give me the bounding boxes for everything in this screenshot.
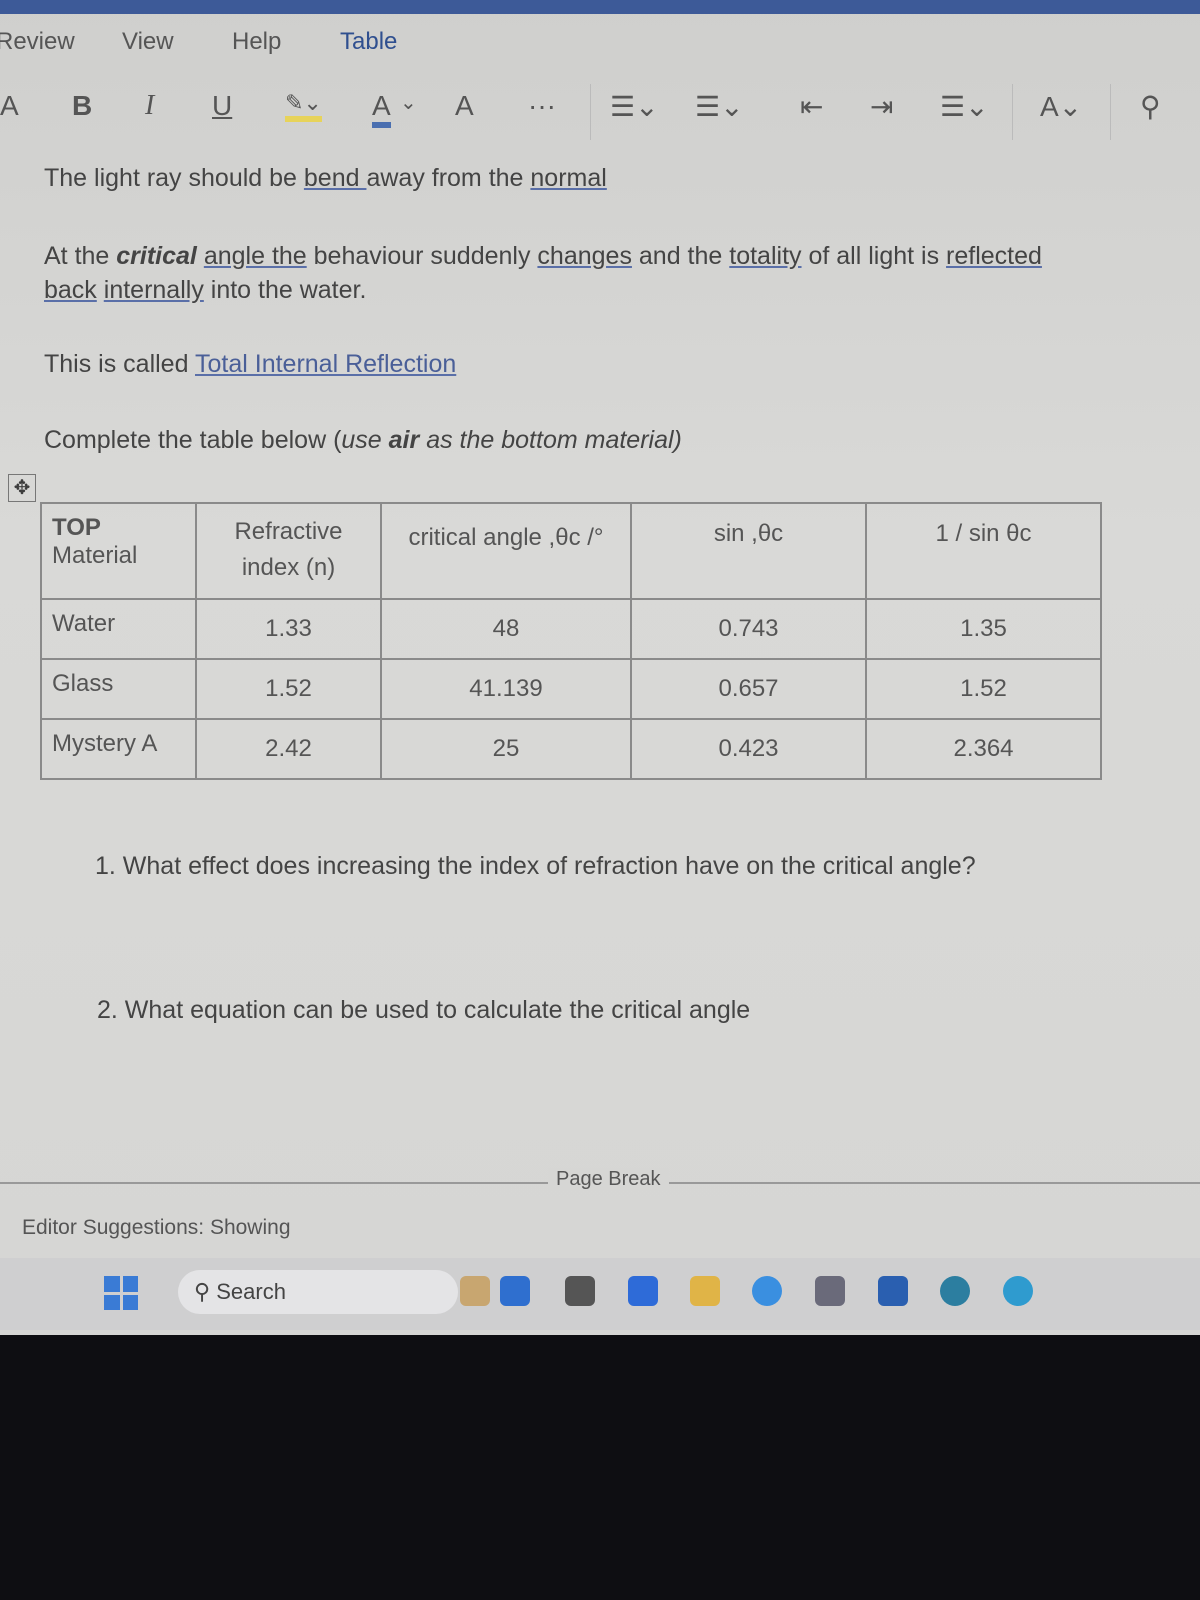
windows-start-icon[interactable] [104,1276,138,1310]
mail-icon[interactable] [878,1276,908,1306]
copilot-icon[interactable] [500,1276,530,1306]
text: away from the [366,164,531,192]
text: changes [537,242,632,270]
cell[interactable]: 25 [380,718,632,780]
text: critical [116,242,197,270]
text: air [388,426,420,454]
text: behaviour suddenly [306,242,538,270]
edge-icon[interactable] [752,1276,782,1306]
cell[interactable]: 1.35 [865,598,1102,660]
cell[interactable]: Glass [40,658,197,720]
file-explorer-icon[interactable] [690,1276,720,1306]
cell[interactable]: 0.423 [630,718,867,780]
toolbar: A B I U ✎⌄ A ⌄ A ··· ☰⌄ ☰⌄ ⇤ ⇥ ☰⌄ A⌄ ⚲ [0,84,1200,140]
text: normal [530,164,607,192]
clear-format-button[interactable]: A [455,90,474,122]
paragraph: This is called Total Internal Reflection [44,350,456,379]
cell[interactable]: 41.139 [380,658,632,720]
browser-icon[interactable] [940,1276,970,1306]
cell[interactable]: Mystery A [40,718,197,780]
text: Complete the table below ( [44,426,342,454]
text: totality [729,242,802,270]
menu-review[interactable]: Review [0,28,75,56]
menu-view[interactable]: View [122,28,174,56]
task-view-icon[interactable] [565,1276,595,1306]
title-bar [0,0,1200,14]
header-cell[interactable]: TOP Material [40,502,197,600]
header-cell[interactable]: sin ,θc [630,502,867,600]
underline-button[interactable]: U [212,90,232,122]
menu-table[interactable]: Table [340,28,397,56]
header-cell[interactable]: critical angle ,θc /° [380,502,632,600]
text: back [44,276,97,304]
table-row: Glass 1.52 41.139 0.657 1.52 [40,658,1102,720]
editor-suggestions-status[interactable]: Editor Suggestions: Showing [22,1216,291,1240]
increase-indent-icon[interactable]: ⇥ [870,90,893,123]
bullets-icon[interactable]: ☰⌄ [610,90,659,123]
word-window: Review View Help Table A B I U ✎⌄ A ⌄ A … [0,0,1200,1335]
font-color-button[interactable]: A [372,90,391,128]
text: The light ray should be [44,164,304,192]
bold-button[interactable]: B [72,90,92,122]
more-button[interactable]: ··· [528,90,556,122]
taskbar: ⚲ Search [0,1258,1200,1330]
cell[interactable]: 1.52 [865,658,1102,720]
meet-icon[interactable] [628,1276,658,1306]
text: into the water. [203,276,367,304]
data-table: TOP Material Refractive index (n) critical… [40,502,1102,780]
paragraph: At the critical angle the behaviour sudd… [44,242,1042,271]
text: This is called [44,350,195,378]
header-cell[interactable]: Refractive index (n) [195,502,382,600]
cell[interactable]: 2.42 [195,718,382,780]
table-row: Water 1.33 48 0.743 1.35 [40,598,1102,660]
cell[interactable]: 0.743 [630,598,867,660]
search-label: Search [216,1279,286,1304]
cell[interactable]: 2.364 [865,718,1102,780]
cell[interactable]: 1.52 [195,658,382,720]
page-break-label: Page Break [548,1168,669,1191]
taskbar-search[interactable]: ⚲ Search [178,1270,458,1314]
text: as the bottom material) [419,426,682,454]
app-icon[interactable] [1003,1276,1033,1306]
store-icon[interactable] [815,1276,845,1306]
cell[interactable]: 0.657 [630,658,867,720]
text: internally [103,276,204,304]
cell[interactable]: Water [40,598,197,660]
font-size-button[interactable]: A [0,90,19,122]
styles-icon[interactable]: A⌄ [1040,90,1082,123]
header-cell[interactable]: 1 / sin θc [865,502,1102,600]
table-row: Mystery A 2.42 25 0.423 2.364 [40,718,1102,780]
decrease-indent-icon[interactable]: ⇤ [800,90,823,123]
menu-help[interactable]: Help [232,28,281,56]
text: use [341,426,389,454]
widgets-icon[interactable] [460,1276,490,1306]
text: reflected [946,242,1042,270]
search-icon[interactable]: ⚲ [1140,90,1161,123]
text: angle the [203,242,307,270]
cell[interactable]: 48 [380,598,632,660]
chevron-down-icon[interactable]: ⌄ [400,90,417,115]
table-move-handle-icon[interactable]: ✥ [8,474,36,502]
paragraph: back internally into the water. [44,276,366,305]
numbering-icon[interactable]: ☰⌄ [695,90,744,123]
text: of all light is [801,242,947,270]
table-header-row: TOP Material Refractive index (n) critical… [40,502,1102,600]
align-icon[interactable]: ☰⌄ [940,90,989,123]
text: At the [44,242,117,270]
text: and the [631,242,730,270]
text: bend [303,164,367,192]
search-icon: ⚲ [194,1279,217,1304]
paragraph: Complete the table below (use air as the… [44,426,682,455]
italic-button[interactable]: I [145,90,154,122]
text: Total Internal Reflection [195,350,457,378]
question-1: 1. What effect does increasing the index… [95,852,976,880]
cell[interactable]: 1.33 [195,598,382,660]
highlight-icon[interactable]: ✎⌄ [285,90,322,122]
paragraph: The light ray should be bend away from t… [44,164,607,193]
question-2: 2. What equation can be used to calculat… [97,996,751,1024]
